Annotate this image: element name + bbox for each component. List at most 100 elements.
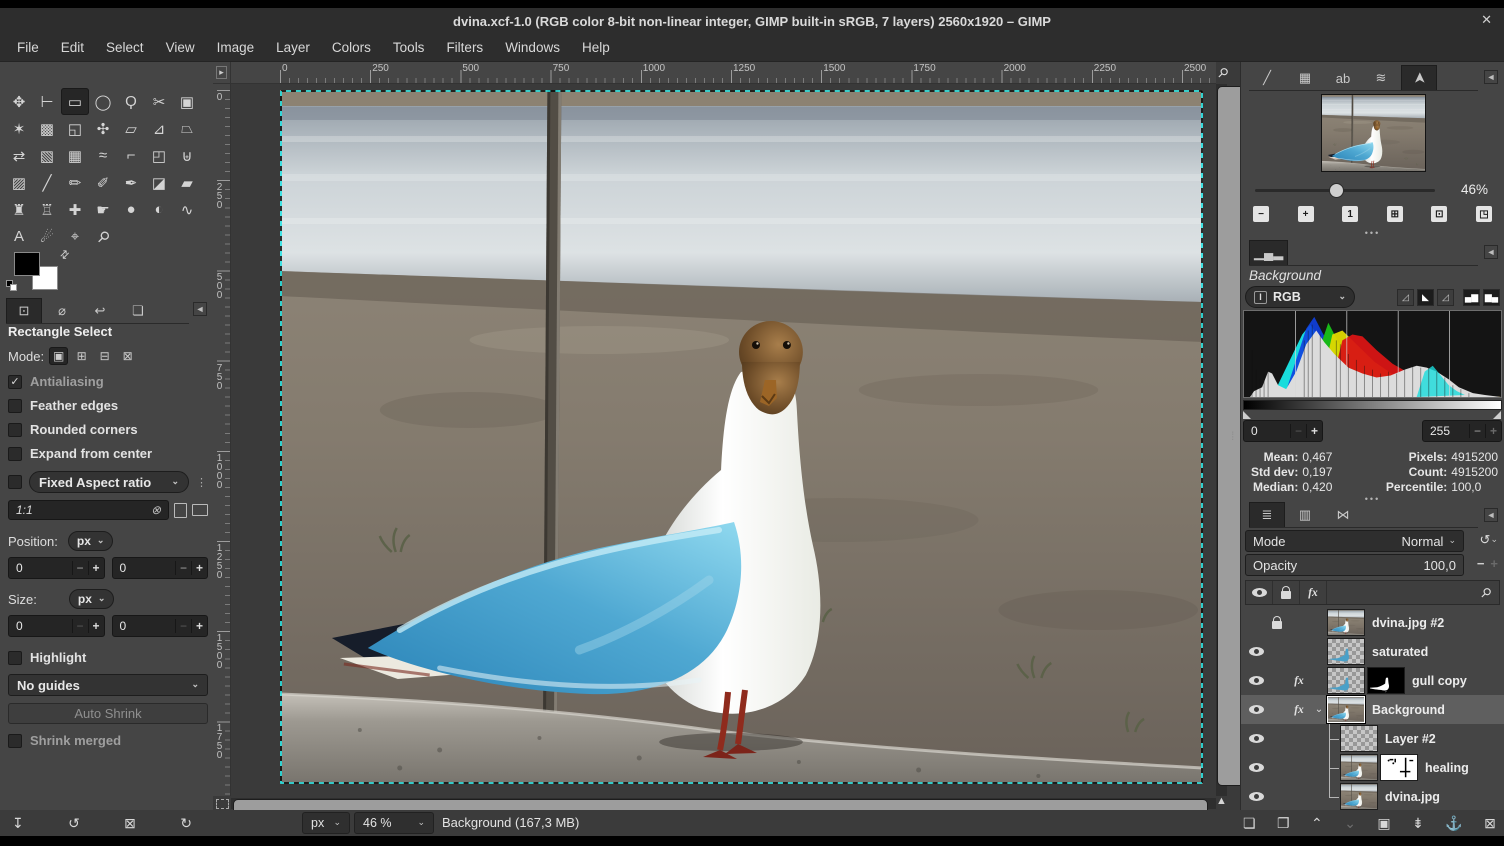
menu-layer[interactable]: Layer: [265, 36, 321, 59]
layer-thumbnail[interactable]: [1340, 725, 1378, 752]
expander-cell[interactable]: ⌄: [1311, 704, 1327, 715]
visibility-filter-icon[interactable]: [1246, 581, 1273, 604]
zoom-fit-image-button[interactable]: ⊞: [1387, 206, 1403, 222]
increment-icon[interactable]: +: [191, 561, 207, 575]
perceptual-toggle-button[interactable]: ◣: [1417, 289, 1434, 306]
vertical-scrollbar[interactable]: [1216, 84, 1227, 796]
tab-layers[interactable]: ≣: [1249, 502, 1285, 527]
tool-cage-transform[interactable]: ⌐: [117, 142, 145, 169]
layer-row-saturated[interactable]: saturated: [1241, 637, 1504, 666]
layer-row-layer-2[interactable]: Layer #2: [1241, 724, 1504, 753]
tool-rectangle-select[interactable]: ▭: [61, 88, 89, 115]
tool-smudge[interactable]: ☛: [89, 196, 117, 223]
range-low-spinner[interactable]: 0 − +: [1243, 420, 1323, 442]
tool-shear[interactable]: ▱: [117, 115, 145, 142]
logarithmic-histogram-button[interactable]: ▆▄: [1483, 289, 1500, 306]
tool-ink[interactable]: ✒: [117, 169, 145, 196]
tool-paintbrush[interactable]: ╱: [33, 169, 61, 196]
new-group-button[interactable]: ❐: [1277, 815, 1290, 832]
layer-thumbnail[interactable]: [1327, 667, 1365, 694]
position-unit-dropdown[interactable]: px ⌄: [68, 531, 114, 551]
mode-add-button[interactable]: ⊞: [72, 347, 91, 365]
tab-fonts[interactable]: ab: [1325, 65, 1361, 90]
default-colors-icon[interactable]: [6, 280, 18, 292]
visibility-toggle[interactable]: [1245, 705, 1267, 714]
zoom-out-button[interactable]: −: [1253, 206, 1269, 222]
layer-effects-cell[interactable]: fx: [1287, 675, 1311, 687]
horizontal-scrollbar[interactable]: [231, 798, 1216, 809]
tool-bucket-fill[interactable]: ⊎: [173, 142, 201, 169]
kebab-menu-icon[interactable]: ⋮: [196, 476, 208, 489]
tool-n-point-deformation[interactable]: ◰: [145, 142, 173, 169]
increment-icon[interactable]: +: [88, 561, 104, 575]
menu-windows[interactable]: Windows: [494, 36, 571, 59]
increment-icon[interactable]: +: [1490, 556, 1498, 571]
raise-layer-button[interactable]: ⌃: [1311, 815, 1323, 832]
tool-gradient[interactable]: ▨: [5, 169, 33, 196]
panel-dots[interactable]: •••: [1241, 228, 1504, 238]
tool-measure[interactable]: ⌖: [61, 223, 89, 250]
tool-foreground-select[interactable]: ▣: [173, 88, 201, 115]
linear-toggle-button[interactable]: ◿: [1397, 289, 1414, 306]
position-x-spinner[interactable]: 0 − +: [8, 557, 105, 579]
ruler-corner-menu-button[interactable]: ▸: [213, 62, 231, 84]
tool-dodge-burn[interactable]: ◐: [145, 196, 173, 223]
opacity-slider[interactable]: Opacity 100,0: [1245, 554, 1464, 576]
save-preset-button[interactable]: ↧: [12, 815, 24, 832]
lock-filter-icon[interactable]: [1273, 581, 1300, 604]
layer-thumbnail[interactable]: [1340, 754, 1378, 781]
linear-histogram-button[interactable]: ▄▆: [1463, 289, 1480, 306]
mode-switch-button[interactable]: ↺ ⌄: [1480, 532, 1498, 548]
layer-mode-dropdown[interactable]: Mode Normal ⌄: [1245, 530, 1464, 552]
tool-text[interactable]: A: [5, 223, 33, 250]
vertical-ruler[interactable]: 02505007501000125015001750: [213, 84, 231, 796]
increment-icon[interactable]: +: [1306, 424, 1322, 438]
tab-gradients[interactable]: ≋: [1363, 65, 1399, 90]
size-height-spinner[interactable]: 0 − +: [112, 615, 209, 637]
anchor-layer-button[interactable]: ⚓: [1445, 815, 1462, 832]
tool-perspective-grid[interactable]: ▦: [61, 142, 89, 169]
tool-scissors-select[interactable]: ✂: [145, 88, 173, 115]
size-unit-dropdown[interactable]: px ⌄: [69, 589, 115, 609]
menu-tools[interactable]: Tools: [382, 36, 436, 59]
tool-heal[interactable]: ✚: [61, 196, 89, 223]
mode-subtract-button[interactable]: ⊟: [95, 347, 114, 365]
menu-colors[interactable]: Colors: [321, 36, 382, 59]
decrement-icon[interactable]: −: [1469, 424, 1485, 438]
delete-layer-button[interactable]: ⊠: [1484, 815, 1496, 832]
dock-collapse-icon[interactable]: ◄: [1484, 245, 1498, 259]
layer-thumbnail[interactable]: [1327, 609, 1365, 636]
tab-device-status[interactable]: ⌀: [44, 298, 80, 323]
reset-button[interactable]: ↻: [180, 815, 192, 832]
layer-row-gull-copy[interactable]: fxgull copy: [1241, 666, 1504, 695]
decrement-icon[interactable]: −: [72, 619, 88, 633]
layer-row-dvina-jpg[interactable]: dvina.jpg: [1241, 782, 1504, 810]
close-icon[interactable]: ✕: [1481, 12, 1492, 28]
tab-histogram[interactable]: ▁▄▂: [1249, 240, 1288, 265]
tab-brushes[interactable]: ╱: [1249, 65, 1285, 90]
landscape-icon[interactable]: [192, 504, 208, 516]
tool-eraser[interactable]: ▰: [173, 169, 201, 196]
channel-dropdown[interactable]: I RGB ⌄: [1245, 286, 1355, 308]
feather-edges-checkbox[interactable]: [8, 399, 22, 413]
tool-select-by-color[interactable]: ▩: [33, 115, 61, 142]
menu-help[interactable]: Help: [571, 36, 621, 59]
layer-row-healing[interactable]: healing: [1241, 753, 1504, 782]
menu-image[interactable]: Image: [206, 36, 266, 59]
mode-replace-button[interactable]: ▣: [49, 347, 68, 365]
layer-row-dvina-jpg-2[interactable]: dvina.jpg #2: [1241, 608, 1504, 637]
quickmask-toggle[interactable]: [216, 799, 229, 809]
menu-view[interactable]: View: [155, 36, 206, 59]
decrement-icon[interactable]: −: [1477, 556, 1485, 571]
dock-collapse-icon[interactable]: ◄: [1484, 508, 1498, 522]
range-low-handle[interactable]: [1243, 411, 1251, 419]
tool-free-select[interactable]: Ϙ: [117, 88, 145, 115]
tab-tool-options[interactable]: ⊡: [6, 298, 42, 323]
aspect-ratio-dropdown[interactable]: Fixed Aspect ratio ⌄: [29, 471, 189, 493]
layer-row-background[interactable]: fx⌄Background: [1241, 695, 1504, 724]
tool-clone[interactable]: ♜: [5, 196, 33, 223]
clear-icon[interactable]: ⊗: [151, 503, 161, 517]
expand-from-center-checkbox[interactable]: [8, 447, 22, 461]
tool-zoom[interactable]: ⚲: [89, 223, 117, 250]
tool-transform-3d[interactable]: ▧: [33, 142, 61, 169]
